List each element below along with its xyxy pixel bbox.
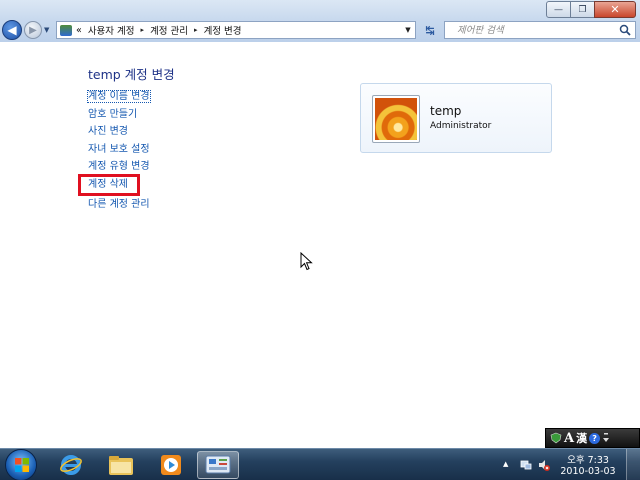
control-panel-icon xyxy=(205,455,231,474)
refresh-button[interactable]: ↹ xyxy=(420,21,440,39)
change-picture-link[interactable]: 사진 변경 xyxy=(88,123,150,141)
forward-button[interactable]: ▶ xyxy=(24,21,42,39)
system-tray: ▲ 오후 7:33 2010-03-03 xyxy=(500,449,640,480)
breadcrumb-separator[interactable]: ▸ xyxy=(194,26,198,34)
media-player-icon xyxy=(161,455,181,475)
breadcrumb-change-account[interactable]: 계정 변경 xyxy=(204,23,242,37)
back-button[interactable]: ◀ xyxy=(2,20,22,40)
internet-explorer-icon xyxy=(60,455,82,475)
account-card: temp Administrator xyxy=(360,83,552,153)
page-title: temp 계정 변경 xyxy=(88,67,175,82)
internet-explorer-button[interactable] xyxy=(50,451,92,479)
ime-language-bar[interactable]: A 漢 ? xyxy=(545,428,640,448)
minimize-button[interactable]: — xyxy=(546,1,571,18)
show-hidden-icons-button[interactable]: ▲ xyxy=(503,460,508,468)
ime-help-icon[interactable]: ? xyxy=(589,432,601,444)
manage-other-account-link[interactable]: 다른 계정 관리 xyxy=(88,196,150,214)
control-panel-taskbar-button[interactable] xyxy=(197,451,239,479)
recent-pages-button[interactable]: ▼ xyxy=(44,26,52,34)
search-icon[interactable] xyxy=(619,24,631,36)
control-panel-icon xyxy=(60,24,72,36)
ime-options-icon[interactable] xyxy=(602,432,610,444)
window-controls: — ❐ ✕ xyxy=(546,1,636,18)
clock-time[interactable]: 오후 7:33 xyxy=(558,452,618,466)
show-desktop-button[interactable] xyxy=(626,449,640,480)
windows-logo-icon xyxy=(15,458,29,472)
media-player-button[interactable] xyxy=(150,451,192,479)
ime-shield-icon xyxy=(550,432,562,444)
search-input[interactable] xyxy=(457,24,617,36)
address-bar[interactable]: « 사용자 계정 ▸ 계정 관리 ▸ 계정 변경 ▼ xyxy=(56,21,416,39)
content-area: temp 계정 변경 계정 이름 변경 암호 만들기 사진 변경 자녀 보호 설… xyxy=(0,42,640,448)
taskbar: ▲ 오후 7:33 2010-03-03 xyxy=(0,448,640,480)
parental-controls-link[interactable]: 자녀 보호 설정 xyxy=(88,141,150,159)
clock-date[interactable]: 2010-03-03 xyxy=(558,466,618,477)
close-button[interactable]: ✕ xyxy=(594,1,636,18)
breadcrumb-manage-accounts[interactable]: 계정 관리 xyxy=(150,23,188,37)
mouse-cursor-icon xyxy=(300,252,313,271)
maximize-button[interactable]: ❐ xyxy=(570,1,595,18)
breadcrumb-user-accounts[interactable]: 사용자 계정 xyxy=(88,23,135,37)
account-picture xyxy=(372,95,420,143)
account-type: Administrator xyxy=(430,121,492,131)
address-dropdown-button[interactable]: ▼ xyxy=(401,22,415,38)
volume-muted-icon[interactable] xyxy=(538,459,550,471)
ime-hanja-button[interactable]: 漢 xyxy=(576,430,587,446)
change-account-type-link[interactable]: 계정 유형 변경 xyxy=(88,158,150,176)
start-button[interactable] xyxy=(5,449,37,480)
breadcrumb-overflow[interactable]: « xyxy=(76,25,82,36)
file-explorer-button[interactable] xyxy=(100,451,142,479)
highlight-box xyxy=(78,174,140,196)
navigation-bar: ◀ ▶ ▼ « 사용자 계정 ▸ 계정 관리 ▸ 계정 변경 ▼ ↹ xyxy=(0,20,640,42)
network-icon[interactable] xyxy=(520,459,532,471)
account-name: temp xyxy=(430,104,462,118)
title-bar: — ❐ ✕ xyxy=(0,0,640,20)
create-password-link[interactable]: 암호 만들기 xyxy=(88,106,150,124)
search-box[interactable] xyxy=(444,21,636,39)
file-explorer-icon xyxy=(109,456,133,475)
ime-mode-button[interactable]: A xyxy=(564,431,574,446)
rename-account-link[interactable]: 계정 이름 변경 xyxy=(87,88,151,106)
orange-flower-icon xyxy=(375,98,417,140)
breadcrumb-separator[interactable]: ▸ xyxy=(141,26,145,34)
rename-account-label: 계정 이름 변경 xyxy=(87,90,151,103)
